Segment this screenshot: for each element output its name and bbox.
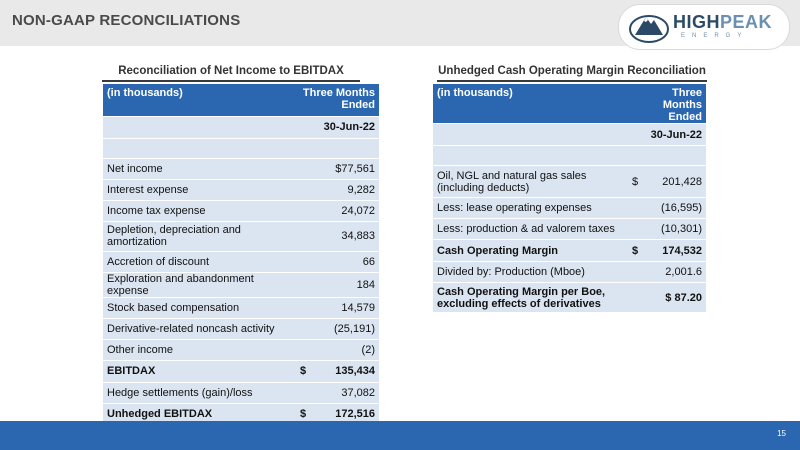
table-row: Cash Operating Margin $174,532 xyxy=(433,239,706,262)
page-number: 15 xyxy=(777,429,786,438)
currency-symbol: $ xyxy=(300,408,307,420)
footer-bar: 15 xyxy=(0,421,800,450)
table-row: Stock based compensation 14,579 xyxy=(103,297,379,319)
currency-symbol: $ xyxy=(300,365,307,377)
row-value: 24,072 xyxy=(296,200,379,222)
row-value: (10,301) xyxy=(628,218,706,240)
row-label: EBITDAX xyxy=(103,360,296,383)
row-label: Depletion, depreciation and amortization xyxy=(103,221,296,252)
row-value: (16,595) xyxy=(628,197,706,219)
margin-date: 30-Jun-22 xyxy=(628,123,706,146)
table-row: EBITDAX $135,434 xyxy=(103,359,379,383)
table-row: Income tax expense 24,072 xyxy=(103,200,379,222)
row-label: Stock based compensation xyxy=(103,297,296,319)
margin-header-row: (in thousands) Three Months Ended xyxy=(433,84,706,124)
row-label: Hedge settlements (gain)/loss xyxy=(103,382,296,404)
ebitdax-date: 30-Jun-22 xyxy=(296,116,379,139)
row-value: 174,532 xyxy=(662,244,702,257)
row-value: 37,082 xyxy=(296,382,379,404)
currency-symbol: $ xyxy=(632,244,639,257)
row-value: 34,883 xyxy=(296,221,379,252)
table-row: Depletion, depreciation and amortization… xyxy=(103,221,379,252)
ebitdax-spacer-row xyxy=(103,138,379,159)
ebitdax-header-row: (in thousands) Three Months Ended xyxy=(103,84,379,117)
row-label: Interest expense xyxy=(103,179,296,201)
logo-high-text: HIGH xyxy=(673,12,720,32)
row-label: Other income xyxy=(103,339,296,361)
logo-subtitle: ENERGY xyxy=(681,33,749,39)
margin-table: (in thousands) Three Months Ended 30-Jun… xyxy=(433,84,706,313)
row-value: (25,191) xyxy=(296,318,379,340)
margin-col-label: (in thousands) xyxy=(433,84,628,124)
row-value: 9,282 xyxy=(296,179,379,201)
margin-spacer-row xyxy=(433,145,706,166)
currency-symbol: $ xyxy=(632,175,639,188)
ebitdax-table: (in thousands) Three Months Ended 30-Jun… xyxy=(103,84,379,426)
row-label: Divided by: Production (Mboe) xyxy=(433,261,628,283)
header-bar: NON-GAAP RECONCILIATIONS HIGHPEAK ENERGY xyxy=(0,0,800,50)
row-value: 201,428 xyxy=(662,175,702,188)
row-value: $77,561 xyxy=(296,158,379,180)
table-row: Divided by: Production (Mboe) 2,001.6 xyxy=(433,261,706,283)
row-label: Derivative-related noncash activity xyxy=(103,318,296,340)
margin-title-rule xyxy=(437,80,707,82)
table-row: Cash Operating Margin per Boe, excluding… xyxy=(433,282,706,313)
ebitdax-date-row: 30-Jun-22 xyxy=(103,116,379,139)
table-row: Less: lease operating expenses (16,595) xyxy=(433,197,706,219)
table-row: Oil, NGL and natural gas sales (includin… xyxy=(433,165,706,198)
margin-date-row: 30-Jun-22 xyxy=(433,123,706,146)
table-row: Exploration and abandonment expense 184 xyxy=(103,272,379,298)
table-row: Less: production & ad valorem taxes (10,… xyxy=(433,218,706,240)
logo-peak-text: PEAK xyxy=(720,12,773,32)
row-value: 14,579 xyxy=(296,297,379,319)
row-label: Exploration and abandonment expense xyxy=(103,272,296,298)
row-value: 184 xyxy=(296,272,379,298)
ebitdax-col-label: (in thousands) xyxy=(103,84,296,117)
ebitdax-title-rule xyxy=(102,80,360,82)
row-label: Income tax expense xyxy=(103,200,296,222)
company-logo: HIGHPEAK ENERGY xyxy=(618,4,790,50)
row-value: 172,516 xyxy=(335,408,375,420)
row-value: 2,001.6 xyxy=(628,261,706,283)
margin-table-title: Unhedged Cash Operating Margin Reconcili… xyxy=(438,65,706,77)
row-value: (2) xyxy=(296,339,379,361)
table-row: Net income $77,561 xyxy=(103,158,379,180)
ebitdax-table-title: Reconciliation of Net Income to EBITDAX xyxy=(118,65,344,77)
row-label: Accretion of discount xyxy=(103,251,296,273)
mountain-logo-icon xyxy=(629,15,669,43)
row-value: 135,434 xyxy=(335,365,375,377)
row-value: $ 87.20 xyxy=(628,282,706,313)
margin-col-period: Three Months Ended xyxy=(628,84,706,124)
row-label: Cash Operating Margin per Boe, excluding… xyxy=(433,282,628,313)
table-row: Hedge settlements (gain)/loss 37,082 xyxy=(103,382,379,404)
row-value: 66 xyxy=(296,251,379,273)
row-label: Net income xyxy=(103,158,296,180)
logo-wordmark: HIGHPEAK xyxy=(673,12,772,33)
row-label: Oil, NGL and natural gas sales (includin… xyxy=(433,165,628,198)
row-label: Cash Operating Margin xyxy=(433,239,628,262)
page-title: NON-GAAP RECONCILIATIONS xyxy=(12,12,241,29)
row-label: Less: lease operating expenses xyxy=(433,197,628,219)
table-row: Interest expense 9,282 xyxy=(103,179,379,201)
table-row: Other income (2) xyxy=(103,339,379,361)
table-row: Accretion of discount 66 xyxy=(103,251,379,273)
table-row: Derivative-related noncash activity (25,… xyxy=(103,318,379,340)
ebitdax-col-period: Three Months Ended xyxy=(296,84,379,117)
row-label: Less: production & ad valorem taxes xyxy=(433,218,628,240)
